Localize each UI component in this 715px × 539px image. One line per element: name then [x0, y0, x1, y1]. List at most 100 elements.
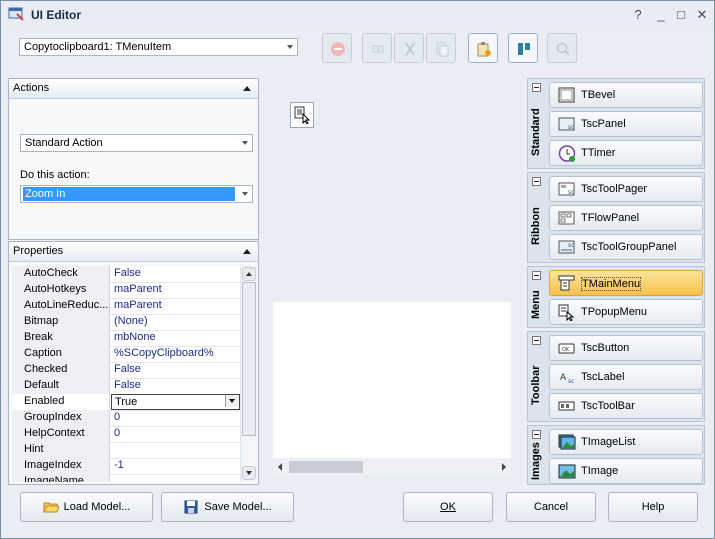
property-value[interactable]: mbNone — [111, 330, 240, 346]
copy-button[interactable] — [426, 33, 456, 63]
property-value[interactable] — [111, 442, 240, 458]
properties-panel-header[interactable]: Properties — [9, 242, 258, 262]
property-scrollbar[interactable] — [240, 266, 257, 482]
property-row[interactable]: HelpContext 0 — [12, 426, 240, 443]
property-name: AutoHotkeys — [12, 282, 110, 298]
property-row[interactable]: Break mbNone — [12, 330, 240, 347]
palette-item-tmainmenu[interactable]: TMainMenu — [549, 270, 703, 296]
property-row[interactable]: AutoCheck False — [12, 266, 240, 283]
property-value[interactable]: -1 — [111, 458, 240, 474]
ok-label: OK — [440, 501, 456, 513]
property-row[interactable]: ImageName — [12, 474, 240, 482]
palette-item-tbevel[interactable]: TBevel — [549, 82, 703, 108]
property-value[interactable]: (None) — [111, 314, 240, 330]
ok-button[interactable]: OK — [403, 492, 493, 522]
component-select[interactable]: Copytoclipboard1: TMenuItem — [19, 38, 298, 56]
canvas-horizontal-scrollbar[interactable] — [273, 458, 511, 476]
toolgrouppanel-icon: sc — [558, 240, 575, 254]
minimize-button[interactable]: _ — [652, 6, 670, 24]
property-row[interactable]: Bitmap (None) — [12, 314, 240, 331]
maximize-button[interactable]: □ — [672, 6, 690, 24]
toolbar-icon — [558, 401, 575, 411]
palette-item-tpopupmenu[interactable]: TPopupMenu — [549, 299, 703, 325]
collapse-box-icon[interactable] — [532, 271, 541, 280]
property-value[interactable]: False — [111, 378, 240, 394]
property-name: Break — [12, 330, 110, 346]
property-value[interactable]: 0 — [111, 426, 240, 442]
palette-item-timage[interactable]: TImage — [549, 458, 703, 484]
window-title: UI Editor — [31, 8, 81, 22]
property-value[interactable]: maParent — [111, 282, 240, 298]
help-button[interactable]: Help — [608, 492, 698, 522]
palette-item-tsctoolpager[interactable]: sc TscToolPager — [549, 176, 703, 202]
action-type-select[interactable]: Standard Action — [20, 134, 253, 152]
actions-panel-header[interactable]: Actions — [9, 79, 258, 99]
cut-button[interactable] — [394, 33, 424, 63]
scroll-up-button[interactable] — [242, 267, 256, 281]
design-canvas[interactable] — [273, 302, 511, 458]
palette-item-tsctoolgrouppanel[interactable]: sc TscToolGroupPanel — [549, 234, 703, 260]
collapse-box-icon[interactable] — [532, 83, 541, 92]
collapse-box-icon[interactable] — [532, 177, 541, 186]
palette-item-label: TPopupMenu — [581, 306, 648, 318]
save-model-label: Save Model... — [204, 501, 272, 513]
palette-item-tscpanel[interactable]: sc TscPanel — [549, 111, 703, 137]
property-value[interactable]: maParent — [111, 298, 240, 314]
layout-icon — [518, 43, 530, 55]
delete-button[interactable] — [322, 33, 352, 63]
property-value[interactable]: False — [111, 266, 240, 282]
palette-item-tflowpanel[interactable]: TFlowPanel — [549, 205, 703, 231]
dropdown-arrow-icon[interactable] — [225, 395, 239, 407]
scroll-left-icon[interactable] — [278, 463, 282, 471]
save-model-button[interactable]: Save Model... — [161, 492, 294, 522]
close-button[interactable]: ✕ — [693, 6, 711, 24]
property-value[interactable]: True — [111, 394, 240, 410]
palette-group-ribbon: Ribbon sc TscToolPager TFlowPanel sc Tsc… — [527, 172, 705, 263]
palette-item-timagelist[interactable]: TImageList — [549, 429, 703, 455]
svg-text:sc: sc — [568, 124, 574, 131]
scroll-thumb[interactable] — [289, 461, 363, 473]
property-row[interactable]: Checked False — [12, 362, 240, 379]
collapse-arrow-icon[interactable] — [243, 86, 251, 91]
separator-button[interactable] — [362, 33, 392, 63]
property-row[interactable]: AutoLineReduc... maParent — [12, 298, 240, 315]
collapse-box-icon[interactable] — [532, 336, 541, 345]
scroll-right-icon[interactable] — [502, 463, 506, 471]
cancel-button[interactable]: Cancel — [506, 492, 596, 522]
popup-menu-component[interactable] — [290, 102, 314, 128]
property-name: Hint — [12, 442, 110, 458]
ui-editor-window: UI Editor ? _ □ ✕ Copytoclipboard1: TMen… — [0, 0, 715, 539]
property-value[interactable] — [111, 474, 240, 482]
palette-item-tscbutton[interactable]: OK TscButton — [549, 335, 703, 361]
do-action-select[interactable]: Zoom In — [20, 185, 253, 203]
property-row[interactable]: ImageIndex -1 — [12, 458, 240, 475]
load-model-button[interactable]: Load Model... — [20, 492, 153, 522]
svg-text:sc: sc — [568, 378, 574, 385]
palette-item-label: TMainMenu — [581, 277, 642, 291]
layout-button[interactable] — [508, 33, 538, 63]
property-row[interactable]: Enabled True — [12, 394, 240, 411]
property-row[interactable]: Caption %SCopyClipboard% — [12, 346, 240, 363]
property-row[interactable]: GroupIndex 0 — [12, 410, 240, 427]
component-palette: Standard TBevel sc TscPanel TTimer Ribbo… — [527, 78, 705, 485]
toolpager-icon: sc — [558, 182, 575, 196]
palette-item-label: TscPanel — [581, 118, 626, 130]
property-row[interactable]: Hint — [12, 442, 240, 459]
property-row[interactable]: AutoHotkeys maParent — [12, 282, 240, 299]
collapse-arrow-icon[interactable] — [243, 249, 251, 254]
help-icon[interactable]: ? — [629, 6, 647, 24]
property-row[interactable]: Default False — [12, 378, 240, 395]
property-value[interactable]: False — [111, 362, 240, 378]
scroll-down-button[interactable] — [242, 466, 256, 480]
property-grid: AutoCheck False AutoHotkeys maParent AutoLin… — [12, 266, 240, 482]
scroll-thumb[interactable] — [242, 282, 256, 436]
palette-item-tsctoolbar[interactable]: TscToolBar — [549, 393, 703, 419]
zoom-button[interactable] — [547, 33, 577, 63]
palette-item-ttimer[interactable]: TTimer — [549, 140, 703, 166]
chevron-down-icon — [242, 141, 248, 145]
property-value[interactable]: %SCopyClipboard% — [111, 346, 240, 362]
paste-button[interactable] — [468, 33, 498, 63]
palette-item-tsclabel[interactable]: Asc TscLabel — [549, 364, 703, 390]
palette-item-label: TscToolPager — [581, 183, 648, 195]
property-value[interactable]: 0 — [111, 410, 240, 426]
